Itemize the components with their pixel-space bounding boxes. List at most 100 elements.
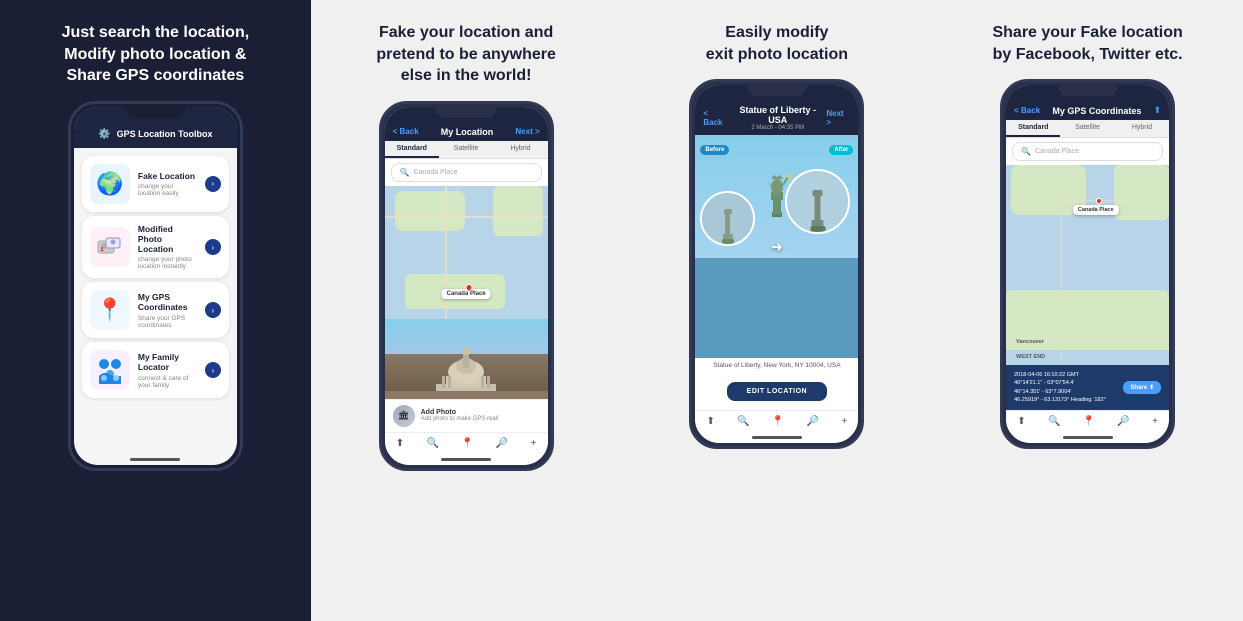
panel-1-headline: Just search the location, Modify photo l… [62, 22, 250, 87]
panel-2-headline: Fake your location and pretend to be any… [376, 22, 556, 87]
search-toolbar-icon[interactable]: 🔍 [426, 438, 438, 449]
phone-2: < Back My Location Next > Standard Satel… [379, 101, 554, 471]
share-btn-label: Share [1130, 385, 1147, 391]
add-photo-bar[interactable]: 🏛 Add Photo Add photo to make GPS real! [385, 399, 548, 432]
location-toolbar-icon[interactable]: 📍 [461, 438, 473, 449]
bottom-toolbar-2: ⬆ 🔍 📍 🔎 + [385, 432, 548, 454]
location-info-bar: Statue of Liberty, New York, NY 10004, U… [695, 358, 858, 373]
menu-card-gps[interactable]: 📍 My GPS Coordinates Share your GPS coor… [82, 282, 229, 338]
tab-bar-4: Standard Satellite Hybrid [1006, 120, 1169, 138]
gps-subtitle: Share your GPS coordinates [138, 315, 197, 329]
phone-3: < Back Statue of Liberty - USA 2 March -… [689, 79, 864, 449]
nav-subtitle-3: 2 March - 04:35 PM [729, 125, 826, 131]
search-bar-4[interactable]: 🔍 Canada Place [1012, 142, 1163, 161]
add-photo-info: Add Photo Add photo to make GPS real! [421, 409, 499, 422]
statue-bg: ➜ Before After [695, 135, 858, 358]
map-area-2[interactable]: Canada Place [385, 186, 548, 319]
nav-title-4: My GPS Coordinates [1052, 106, 1141, 116]
app-title: GPS Location Toolbox [117, 129, 213, 139]
home-bar-4 [1063, 436, 1113, 439]
edit-location-btn[interactable]: EDIT LOCATION [727, 382, 827, 401]
search-bar-2[interactable]: 🔍 Canada Place [391, 163, 542, 182]
modified-photo-title: Modified Photo Location [138, 224, 197, 255]
home-bar [130, 458, 180, 461]
gps-line3: 46°14.351' - 63°7.9004' [1014, 388, 1106, 396]
zoom-toolbar-icon[interactable]: 🔎 [496, 438, 508, 449]
search-text-2: Canada Place [414, 169, 458, 176]
tab-satellite-4[interactable]: Satellite [1060, 120, 1114, 137]
family-subtitle: connect & care of your family [138, 375, 197, 389]
statue-area: ➜ Before After [695, 135, 858, 358]
compass-icon-4[interactable]: ⬆ [1017, 416, 1025, 427]
family-title: My Family Locator [138, 352, 197, 372]
modified-photo-subtitle: change your photo location instantly [138, 256, 197, 270]
modified-photo-icon [90, 227, 130, 267]
panel-4-headline: Share your Fake location by Facebook, Tw… [992, 22, 1182, 65]
nav-title-2: My Location [441, 127, 494, 137]
gps-content: My GPS Coordinates Share your GPS coordi… [138, 292, 197, 328]
map-area-label-west-end: WEST END [1016, 354, 1045, 360]
back-button-4[interactable]: < Back [1014, 106, 1040, 115]
tab-hybrid[interactable]: Hybrid [493, 141, 547, 158]
zoom-icon-3[interactable]: 🔎 [807, 416, 819, 427]
search-icon-2: 🔍 [400, 168, 410, 177]
fake-location-subtitle: change your location easily [138, 183, 197, 197]
phone-notch [125, 104, 185, 118]
location-toolbar-icon-4[interactable]: 📍 [1083, 416, 1095, 427]
search-icon-3[interactable]: 🔍 [737, 416, 749, 427]
gear-icon: ⚙️ [98, 129, 110, 140]
fake-location-content: Fake Location change your location easil… [138, 171, 197, 197]
share-button[interactable]: Share ⬆ [1123, 381, 1161, 394]
phone-screen-1: ⚙️ GPS Location Toolbox 🌍 Fake Location … [74, 107, 237, 465]
gps-title: My GPS Coordinates [138, 292, 197, 312]
gps-arrow[interactable]: › [205, 302, 221, 318]
gps-line2: 46°14'21.1" - 63°07'54.4' [1014, 379, 1106, 387]
home-bar-3 [752, 436, 802, 439]
menu-card-family[interactable]: My Family Locator connect & care of your… [82, 342, 229, 398]
location-icon-3[interactable]: 📍 [772, 416, 784, 427]
family-content: My Family Locator connect & care of your… [138, 352, 197, 388]
search-icon-4: 🔍 [1021, 147, 1031, 156]
share-btn-icon: ⬆ [1149, 384, 1154, 391]
tab-standard[interactable]: Standard [385, 141, 439, 158]
panel-3-headline: Easily modify exit photo location [706, 22, 848, 65]
phone-screen-4: < Back My GPS Coordinates ⬆ Standard Sat… [1006, 85, 1169, 443]
share-icon-nav[interactable]: ⬆ [1154, 105, 1162, 116]
panel-3: Easily modify exit photo location < Back… [622, 0, 933, 621]
next-button-3[interactable]: Next > [826, 109, 850, 127]
fake-location-arrow[interactable]: › [205, 176, 221, 192]
tab-standard-4[interactable]: Standard [1006, 120, 1060, 137]
modified-photo-content: Modified Photo Location change your phot… [138, 224, 197, 271]
phone-screen-3: < Back Statue of Liberty - USA 2 March -… [695, 85, 858, 443]
tab-hybrid-4[interactable]: Hybrid [1115, 120, 1169, 137]
next-button-2[interactable]: Next > [515, 127, 539, 136]
bottom-toolbar-4: ⬆ 🔍 📍 🔎 + [1006, 410, 1169, 432]
compass-icon-3[interactable]: ⬆ [707, 416, 715, 427]
photo-section [385, 319, 548, 399]
home-bar-2 [441, 458, 491, 461]
before-badge: Before [700, 145, 729, 155]
add-icon-3[interactable]: + [841, 416, 847, 427]
nav-center-3: Statue of Liberty - USA 2 March - 04:35 … [729, 105, 826, 131]
back-button-3[interactable]: < Back [703, 109, 729, 127]
fake-location-icon: 🌍 [90, 164, 130, 204]
zoom-toolbar-icon-4[interactable]: 🔎 [1117, 416, 1129, 427]
gps-line4: 46.25919° - 63.13173° Heading: 182° [1014, 396, 1106, 404]
add-toolbar-icon-4[interactable]: + [1152, 416, 1158, 427]
modified-photo-arrow[interactable]: › [205, 239, 221, 255]
map-label-4: Canada Place [1073, 205, 1119, 215]
map-area-label-vancouver: Vancouver [1016, 339, 1044, 345]
add-toolbar-icon[interactable]: + [531, 438, 537, 449]
menu-card-fake-location[interactable]: 🌍 Fake Location change your location eas… [82, 156, 229, 212]
search-toolbar-icon-4[interactable]: 🔍 [1048, 416, 1060, 427]
family-arrow[interactable]: › [205, 362, 221, 378]
menu-card-modified-photo[interactable]: Modified Photo Location change your phot… [82, 216, 229, 279]
nav-title-3: Statue of Liberty - USA [729, 105, 826, 125]
back-button-2[interactable]: < Back [393, 127, 419, 136]
panel-4: Share your Fake location by Facebook, Tw… [932, 0, 1243, 621]
gps-coords: 2018-04-06 16:10:22 GMT 46°14'21.1" - 63… [1014, 371, 1106, 404]
compass-icon[interactable]: ⬆ [396, 438, 404, 449]
phone-notch-2 [436, 104, 496, 118]
map-area-4[interactable]: Canada Place WEST END Vancouver [1006, 165, 1169, 365]
tab-satellite[interactable]: Satellite [439, 141, 493, 158]
